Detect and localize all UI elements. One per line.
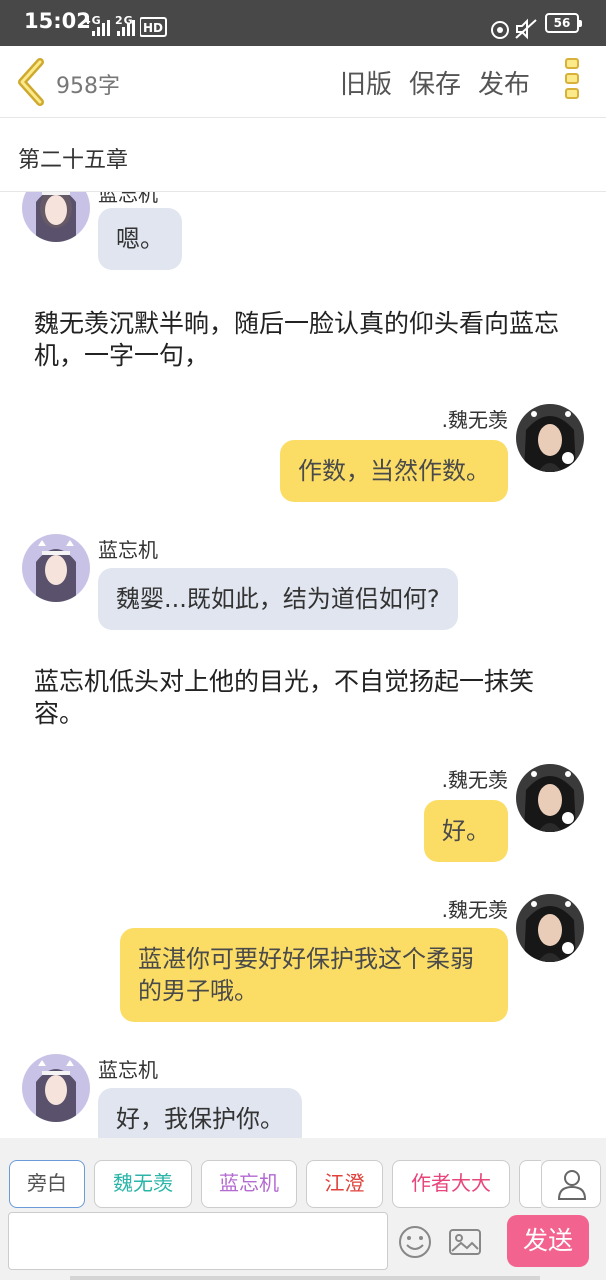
page: { "status_bar": { "time": "15:02", "sign… [0,0,606,1280]
role-tab-jiangcheng[interactable]: 江澄 [306,1160,383,1208]
role-tab-more[interactable] [519,1160,541,1208]
chat-bubble[interactable]: 作数，当然作数。 [280,440,508,502]
more-icon-dot [565,88,579,99]
more-icon-dot [565,58,579,69]
avatar-lanwangji-image [22,534,90,602]
status-time: 15:02 [24,9,91,33]
sender-name: .魏无羡 [441,768,508,792]
chapter-title: 第二十五章 [18,148,129,173]
back-button[interactable] [14,58,50,106]
chat-bubble[interactable]: 好，我保护你。 [98,1088,302,1138]
old-version-button[interactable]: 旧版 [340,64,392,101]
home-indicator [70,1276,540,1280]
role-label: 江澄 [324,1171,365,1195]
role-tab-lanwangji[interactable]: 蓝忘机 [201,1160,297,1208]
user-icon [557,1170,587,1200]
chat-bubble[interactable]: 好。 [424,800,508,862]
role-label: 作者大大 [411,1171,491,1195]
sender-name: 蓝忘机 [98,1058,158,1082]
role-selector-bar: 旁白 魏无羡 蓝忘机 江澄 作者大大 [0,1138,606,1210]
avatar-weiwuxian-image [516,764,584,832]
avatar-weiwuxian[interactable] [516,894,584,962]
avatar-weiwuxian-image [516,894,584,962]
word-count: 958字 [56,74,120,99]
chat-bubble[interactable]: 魏婴...既如此，结为道侣如何? [98,568,458,630]
sender-name: .魏无羡 [441,898,508,922]
hd-icon: HD [140,17,167,37]
signal-icon-2 [117,20,135,36]
input-bar: 发送 [0,1210,606,1280]
role-label: 魏无羡 [113,1171,173,1195]
avatar-lanwangji[interactable] [22,1054,90,1122]
more-menu-button[interactable] [563,58,583,108]
role-tab-narrator[interactable]: 旁白 [9,1160,85,1208]
send-button[interactable]: 发送 [507,1215,589,1267]
status-bar: 15:02 4G 2G HD 56 [0,0,606,46]
avatar-lanwangji[interactable] [22,192,90,242]
narration-text[interactable]: 蓝忘机低头对上他的目光，不自觉扬起一抹笑容。 [34,666,574,730]
svg-text:HD: HD [143,21,163,35]
mute-icon [515,18,537,40]
chat-area[interactable]: 蓝忘机 嗯。 魏无羡沉默半晌，随后一脸认真的仰头看向蓝忘机，一字一句， .魏无羡… [0,192,606,1138]
avatar-weiwuxian-image [516,404,584,472]
role-label: 蓝忘机 [219,1171,279,1195]
add-role-button[interactable] [541,1160,601,1208]
avatar-lanwangji-image [22,192,90,242]
publish-button[interactable]: 发布 [478,64,530,101]
sender-name: .魏无羡 [441,408,508,432]
message-input[interactable] [8,1212,388,1270]
avatar-lanwangji-image [22,1054,90,1122]
save-button[interactable]: 保存 [409,64,461,101]
narration-text[interactable]: 魏无羡沉默半晌，随后一脸认真的仰头看向蓝忘机，一字一句， [34,308,574,372]
eye-comfort-icon [491,21,509,39]
avatar-weiwuxian[interactable] [516,764,584,832]
role-tab-author[interactable]: 作者大大 [392,1160,510,1208]
chat-bubble[interactable]: 蓝湛你可要好好保护我这个柔弱的男子哦。 [120,928,508,1022]
more-icon-dot [565,73,579,84]
signal-icon [92,20,110,36]
chapter-title-field[interactable]: 第二十五章 [0,118,606,192]
sender-name: 蓝忘机 [98,538,158,562]
battery-indicator: 56 [545,13,582,33]
role-tab-weiwuxian[interactable]: 魏无羡 [94,1160,192,1208]
avatar-weiwuxian[interactable] [516,404,584,472]
avatar-lanwangji[interactable] [22,534,90,602]
top-bar: 958字 旧版 保存 发布 [0,46,606,118]
sender-name: 蓝忘机 [98,192,158,206]
role-label: 旁白 [27,1171,67,1195]
chat-bubble[interactable]: 嗯。 [98,208,182,270]
emoji-icon[interactable] [397,1224,433,1260]
image-icon[interactable] [447,1224,483,1260]
